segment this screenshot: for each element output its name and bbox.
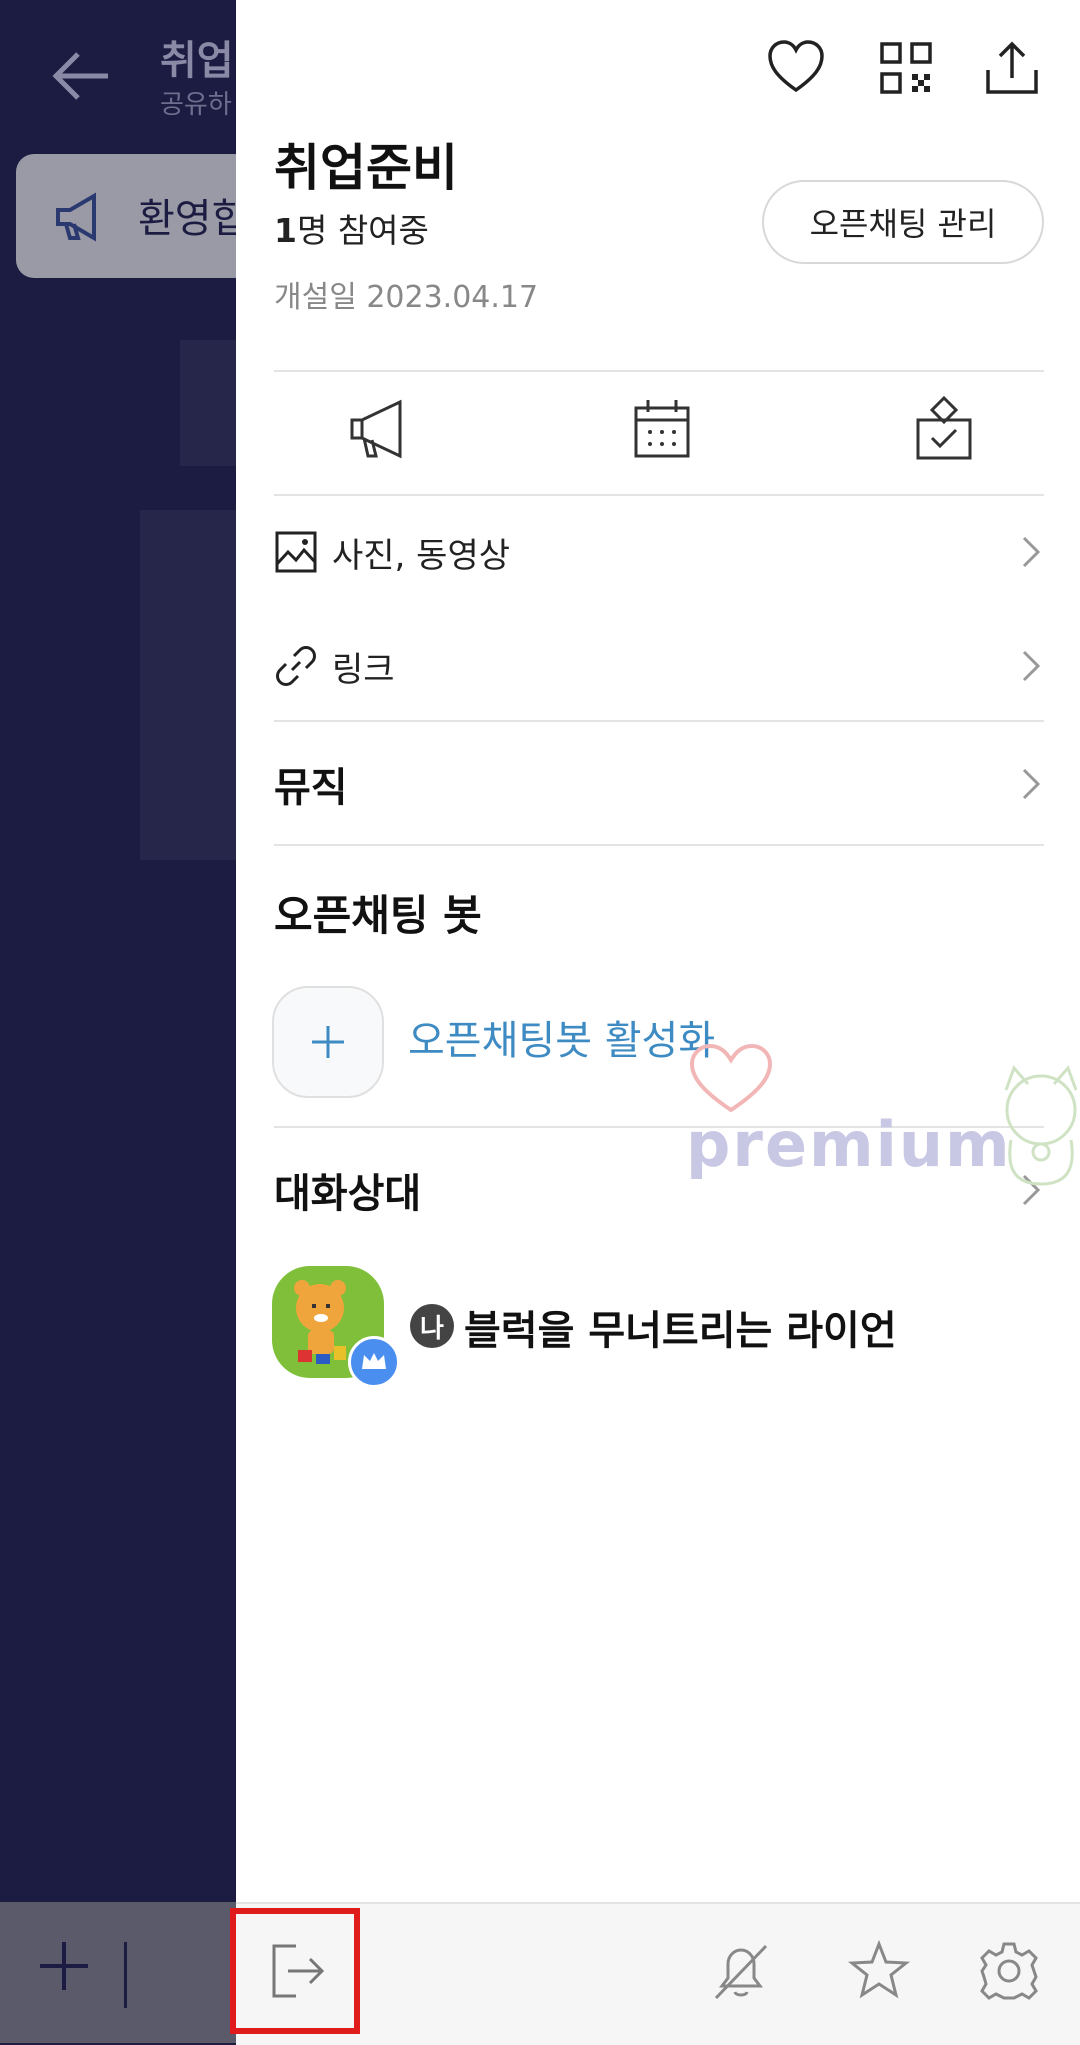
member-name[interactable]: 블럭을 무너트리는 라이언 xyxy=(464,1298,897,1356)
members-header[interactable]: 대화상대 xyxy=(274,1150,1044,1230)
text-caret xyxy=(124,1942,127,2008)
bot-section-title: 오픈채팅 봇 xyxy=(274,891,482,940)
background-chat-subtitle: 공유하 xyxy=(160,90,232,120)
activate-bot-link[interactable]: 오픈채팅봇 활성화 xyxy=(408,1008,715,1066)
qr-code-icon[interactable] xyxy=(876,38,936,98)
calendar-icon[interactable] xyxy=(630,396,694,462)
participant-count: 1명 참여중 xyxy=(274,211,429,250)
add-bot-button[interactable] xyxy=(272,986,384,1098)
back-arrow-icon[interactable] xyxy=(48,48,112,104)
background-chat-title: 취업 xyxy=(160,38,234,84)
megaphone-icon xyxy=(56,192,96,242)
background-input-bar xyxy=(0,1902,240,2043)
divider xyxy=(274,370,1044,372)
menu-item-label: 뮤직 xyxy=(274,765,348,811)
menu-item-media[interactable]: 사진, 동영상 xyxy=(274,512,1044,592)
gear-icon[interactable] xyxy=(976,1938,1042,2004)
chevron-right-icon xyxy=(1022,768,1041,800)
chevron-right-icon xyxy=(1022,1174,1041,1206)
exit-button-highlight xyxy=(230,1908,360,2034)
plus-icon[interactable] xyxy=(36,1938,92,1994)
menu-item-links[interactable]: 링크 xyxy=(274,626,1044,706)
room-title: 취업준비 xyxy=(274,139,458,197)
star-icon[interactable] xyxy=(846,1938,912,2004)
chat-room-drawer: 취업준비 1명 참여중 개설일 2023.04.17 오픈채팅 관리 사진, 동… xyxy=(236,0,1080,2043)
divider xyxy=(274,494,1044,496)
plus-icon xyxy=(312,1026,344,1058)
manage-openchat-button[interactable]: 오픈채팅 관리 xyxy=(762,180,1044,264)
background-notice-text: 환영합 xyxy=(138,196,249,242)
chevron-right-icon xyxy=(1022,650,1041,682)
drawer-bottom-bar xyxy=(236,1902,1080,2045)
divider xyxy=(274,1126,1044,1128)
vote-icon[interactable] xyxy=(912,396,976,462)
notification-off-icon[interactable] xyxy=(708,1938,774,2004)
divider xyxy=(274,720,1044,722)
crown-icon xyxy=(362,1353,386,1369)
chevron-right-icon xyxy=(1022,536,1041,568)
created-date: 개설일 2023.04.17 xyxy=(274,280,539,315)
host-crown-badge xyxy=(348,1336,400,1388)
members-section-title: 대화상대 xyxy=(274,1171,422,1217)
me-badge: 나 xyxy=(410,1304,454,1348)
menu-item-label: 링크 xyxy=(332,649,395,690)
share-icon[interactable] xyxy=(982,38,1042,98)
divider xyxy=(274,844,1044,846)
photo-icon xyxy=(275,531,317,573)
heart-icon[interactable] xyxy=(766,38,826,98)
menu-item-music[interactable]: 뮤직 xyxy=(274,742,1044,826)
megaphone-icon[interactable] xyxy=(346,396,410,462)
menu-item-label: 사진, 동영상 xyxy=(332,535,511,576)
link-icon xyxy=(276,646,316,686)
